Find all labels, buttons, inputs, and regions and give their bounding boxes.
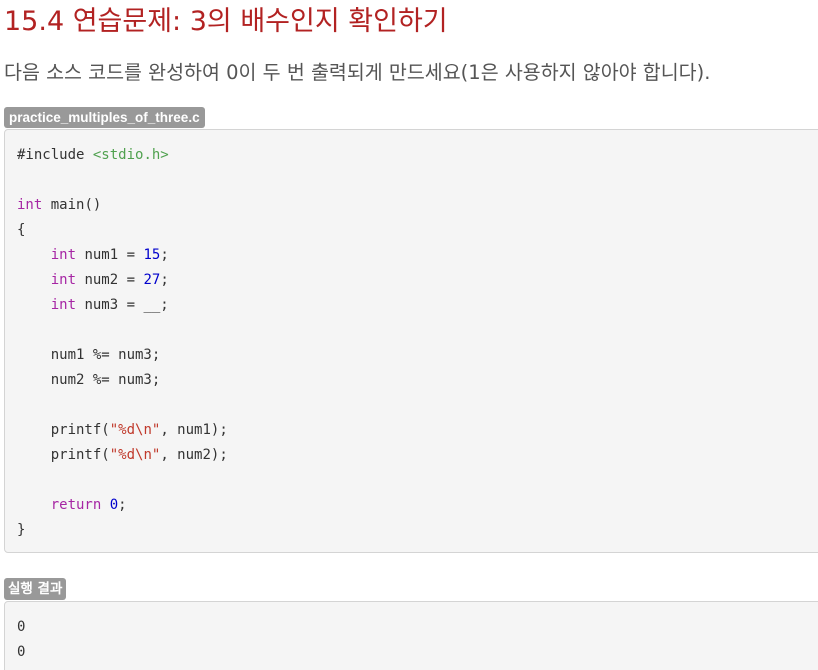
source-code[interactable]: #include <stdio.h> int main() { int num1… [17,143,228,543]
num2-declaration: num2 = [76,272,144,288]
num2-value: 27 [143,272,161,288]
output-line: 0 [17,619,26,635]
printf-call: printf( [50,447,110,463]
num3-declaration-blank: num3 = __; [76,297,169,313]
close-brace: } [17,522,26,538]
result-label: 실행 결과 [4,578,67,600]
code-filename-label: practice_multiples_of_three.c [4,107,205,128]
semicolon: ; [118,497,127,513]
num1-declaration: num1 = [76,247,144,263]
int-keyword: int [50,247,77,263]
num2-modulo-statement: num2 %= num3; [50,372,161,388]
semicolon: ; [160,272,169,288]
code-block[interactable]: #include <stdio.h> int main() { int num1… [4,129,818,553]
printf-arg-num1: , num1); [160,422,228,438]
return-type-keyword: int [17,197,43,213]
return-value: 0 [109,497,119,513]
printf-call: printf( [50,422,110,438]
include-header: <stdio.h> [92,147,169,163]
main-signature: main() [42,197,102,213]
page-title: 15.4 연습문제: 3의 배수인지 확인하기 [4,6,448,37]
output-line: 0 [17,644,26,660]
format-string: "%d\n" [109,422,161,438]
format-string: "%d\n" [109,447,161,463]
num1-value: 15 [143,247,161,263]
output-block[interactable]: 0 0 [4,601,818,670]
include-directive: #include [17,147,85,163]
int-keyword: int [50,297,77,313]
open-brace: { [17,222,26,238]
printf-arg-num2: , num2); [160,447,228,463]
program-output[interactable]: 0 0 [17,615,25,665]
exercise-instruction: 다음 소스 코드를 완성하여 0이 두 번 출력되게 만드세요(1은 사용하지 … [4,61,711,84]
return-keyword: return [50,497,102,513]
int-keyword: int [50,272,77,288]
semicolon: ; [160,247,169,263]
num1-modulo-statement: num1 %= num3; [50,347,161,363]
